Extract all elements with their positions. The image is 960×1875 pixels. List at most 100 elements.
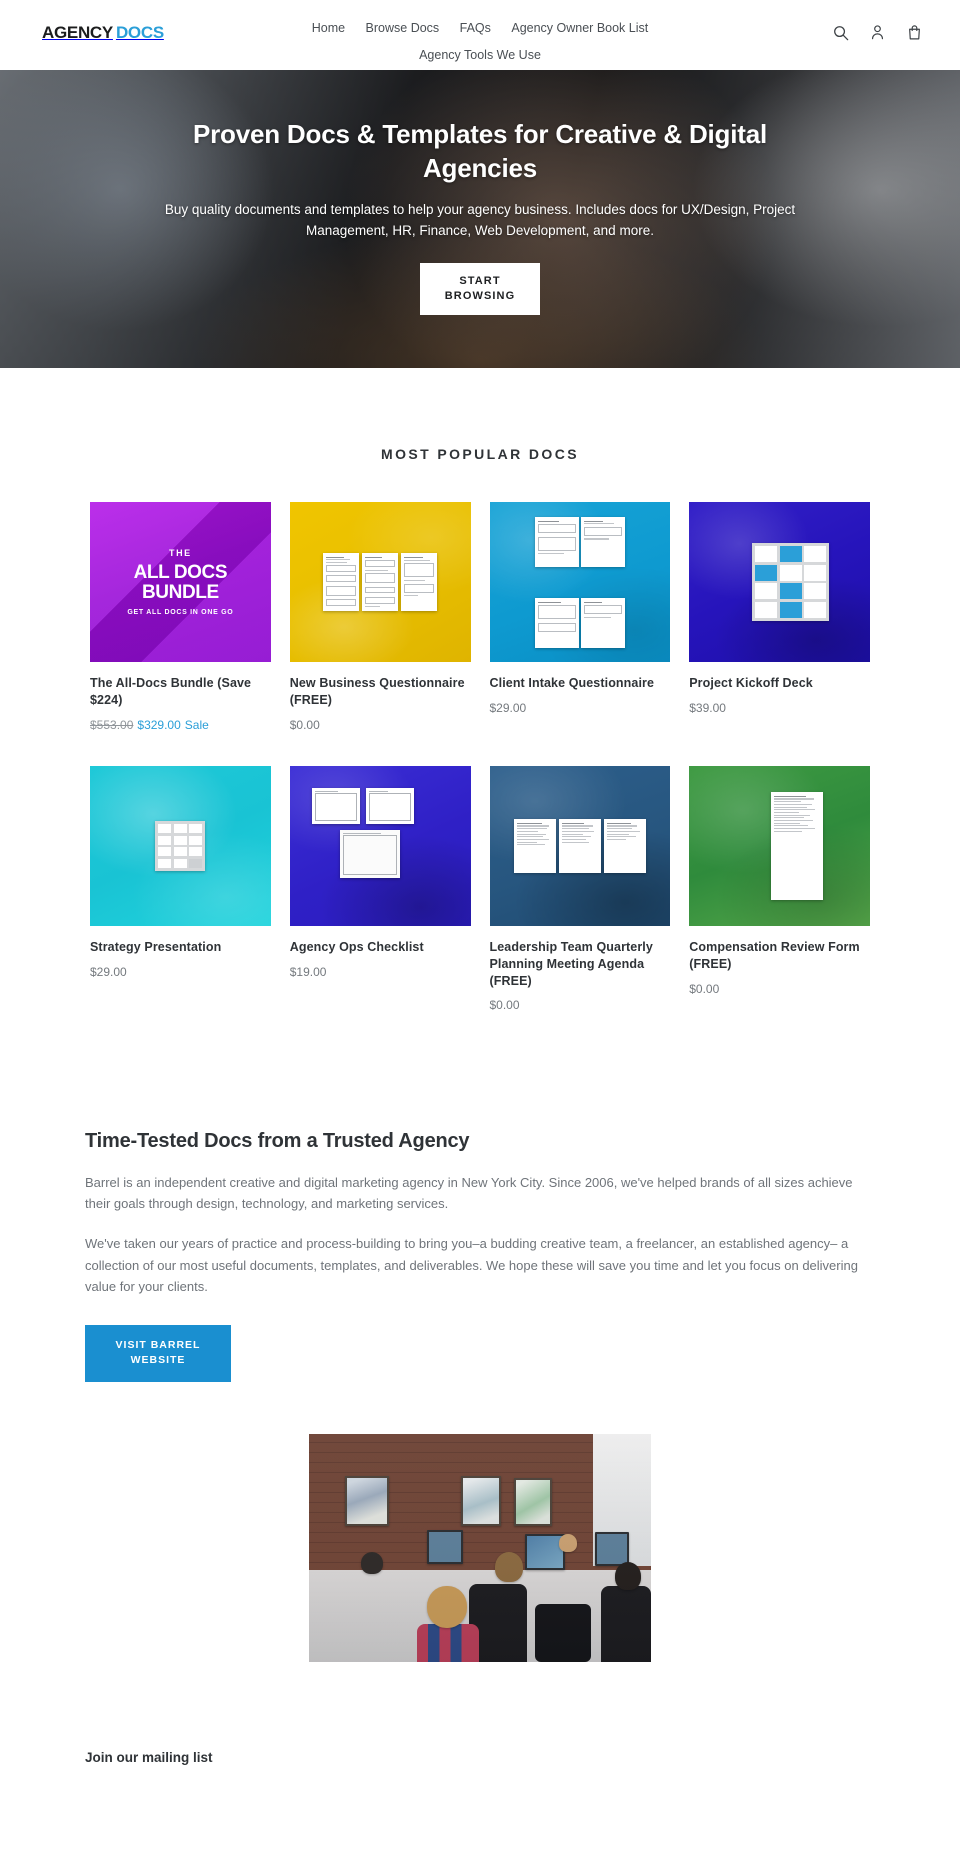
product-card-compensation-review-form[interactable]: Compensation Review Form (FREE) $0.00	[689, 765, 870, 1013]
search-icon[interactable]	[832, 24, 850, 42]
nav-row-primary: Home Browse Docs FAQs Agency Owner Book …	[0, 14, 960, 41]
product-title: Project Kickoff Deck	[689, 676, 813, 690]
nav-item-agency-tools-we-use[interactable]: Agency Tools We Use	[419, 45, 541, 66]
slide-thumb	[158, 824, 172, 833]
product-thumbnail	[289, 502, 471, 662]
document-preview-group	[290, 502, 471, 662]
spreadsheet-page	[311, 787, 360, 824]
product-title: Strategy Presentation	[90, 939, 222, 954]
slide-thumb	[173, 858, 187, 868]
office-image-wrapper	[0, 1434, 960, 1663]
document-preview-group	[689, 766, 870, 926]
bundle-art-line-1: THE	[168, 547, 192, 558]
photo-overlay	[309, 1434, 651, 1663]
product-sale-badge: Sale	[184, 717, 209, 732]
slide-thumb	[779, 601, 802, 618]
spreadsheet-preview-group	[290, 766, 471, 926]
slide-thumb	[189, 824, 203, 833]
slide-thumb	[779, 564, 802, 581]
product-card-leadership-team-agenda[interactable]: Leadership Team Quarterly Planning Meeti…	[489, 765, 671, 1012]
document-preview-group	[490, 766, 671, 926]
about-paragraph-1: Barrel is an independent creative and di…	[85, 1175, 853, 1212]
document-page	[323, 553, 360, 611]
document-page	[534, 516, 579, 567]
document-page	[362, 553, 399, 611]
product-card-client-intake-questionnaire[interactable]: Client Intake Questionnaire $29.00	[489, 502, 671, 732]
nav-item-browse-docs[interactable]: Browse Docs	[366, 18, 440, 39]
visit-barrel-website-button[interactable]: VISIT BARREL WEBSITE	[85, 1324, 231, 1383]
account-icon[interactable]	[869, 24, 887, 42]
nav-item-home[interactable]: Home	[312, 18, 345, 39]
about-paragraph-2: We've taken our years of practice and pr…	[85, 1236, 858, 1294]
product-thumbnail	[289, 765, 471, 926]
site-header: AGENCY DOCS Home Browse Docs FAQs Agency …	[0, 0, 960, 70]
hero-subtitle: Buy quality documents and templates to h…	[164, 201, 796, 238]
product-thumbnail	[489, 502, 671, 662]
product-card-project-kickoff-deck[interactable]: Project Kickoff Deck $39.00	[689, 502, 870, 732]
product-title: Agency Ops Checklist	[289, 939, 424, 954]
product-grid: THE ALL DOCS BUNDLE GET ALL DOCS IN ONE …	[90, 502, 870, 1012]
hero-title: Proven Docs & Templates for Creative & D…	[192, 119, 768, 183]
slide-thumb	[189, 835, 203, 845]
slide-preview-group	[90, 766, 271, 926]
slide-thumb	[779, 546, 802, 563]
nav-item-faqs[interactable]: FAQs	[460, 18, 491, 39]
product-thumbnail	[689, 765, 870, 926]
document-page	[603, 818, 646, 873]
product-card-strategy-presentation[interactable]: Strategy Presentation $29.00	[90, 765, 271, 1013]
document-page	[558, 818, 601, 873]
slide-thumb	[804, 601, 827, 618]
slide-thumb	[189, 858, 203, 868]
product-title: Leadership Team Quarterly Planning Meeti…	[489, 939, 653, 988]
product-price: $0.00	[289, 717, 320, 732]
product-card-new-business-questionnaire[interactable]: New Business Questionnaire (FREE) $0.00	[289, 502, 471, 732]
slide-grid	[155, 821, 206, 871]
section-title-most-popular: MOST POPULAR DOCS	[381, 446, 579, 462]
most-popular-docs-section: MOST POPULAR DOCS THE ALL DOCS BUNDLE GE…	[0, 368, 960, 1012]
slide-grid	[752, 543, 830, 621]
bundle-art-line-2: ALL DOCS	[133, 561, 228, 583]
document-page	[513, 818, 556, 873]
bundle-art-line-4: GET ALL DOCS IN ONE GO	[127, 608, 234, 616]
slide-thumb	[804, 546, 827, 563]
about-title: Time-Tested Docs from a Trusted Agency	[85, 1130, 470, 1153]
product-card-all-docs-bundle[interactable]: THE ALL DOCS BUNDLE GET ALL DOCS IN ONE …	[90, 502, 271, 732]
main-navigation: Home Browse Docs FAQs Agency Owner Book …	[0, 14, 960, 68]
nav-row-secondary: Agency Tools We Use	[0, 41, 960, 68]
product-thumbnail	[489, 765, 671, 926]
slide-thumb	[779, 583, 802, 600]
product-price-original: $553.00	[90, 717, 134, 732]
product-price: $39.00	[689, 700, 726, 715]
nav-item-agency-owner-book-list[interactable]: Agency Owner Book List	[511, 18, 648, 39]
product-thumbnail	[90, 765, 271, 926]
product-thumbnail	[689, 502, 870, 662]
slide-thumb	[755, 546, 778, 563]
slide-preview-group	[689, 502, 870, 662]
product-thumbnail: THE ALL DOCS BUNDLE GET ALL DOCS IN ONE …	[90, 502, 271, 662]
document-page	[580, 597, 625, 648]
slide-thumb	[804, 564, 827, 581]
start-browsing-button[interactable]: START BROWSING	[420, 263, 540, 316]
header-icon-group	[832, 24, 924, 42]
slide-thumb	[804, 583, 827, 600]
slide-thumb	[173, 824, 187, 833]
product-price-sale: $329.00	[137, 717, 181, 732]
hero-banner: Proven Docs & Templates for Creative & D…	[0, 70, 960, 368]
product-card-agency-ops-checklist[interactable]: Agency Ops Checklist $19.00	[289, 765, 471, 1013]
product-price: $553.00 $329.00 Sale	[90, 718, 271, 732]
bundle-artwork: THE ALL DOCS BUNDLE GET ALL DOCS IN ONE …	[90, 502, 271, 662]
document-page	[401, 553, 438, 611]
slide-thumb	[189, 847, 203, 856]
slide-thumb	[173, 847, 187, 856]
cart-icon[interactable]	[906, 24, 924, 42]
document-page	[770, 791, 823, 900]
product-title: New Business Questionnaire (FREE)	[289, 676, 465, 707]
slide-thumb	[755, 601, 778, 618]
product-title: Compensation Review Form (FREE)	[689, 939, 860, 971]
product-price: $29.00	[489, 700, 527, 715]
hero-content: Proven Docs & Templates for Creative & D…	[160, 70, 800, 316]
document-page	[534, 597, 579, 648]
bundle-art-line-3: BUNDLE	[141, 581, 219, 603]
slide-thumb	[173, 835, 187, 845]
product-price: $29.00	[90, 964, 127, 979]
